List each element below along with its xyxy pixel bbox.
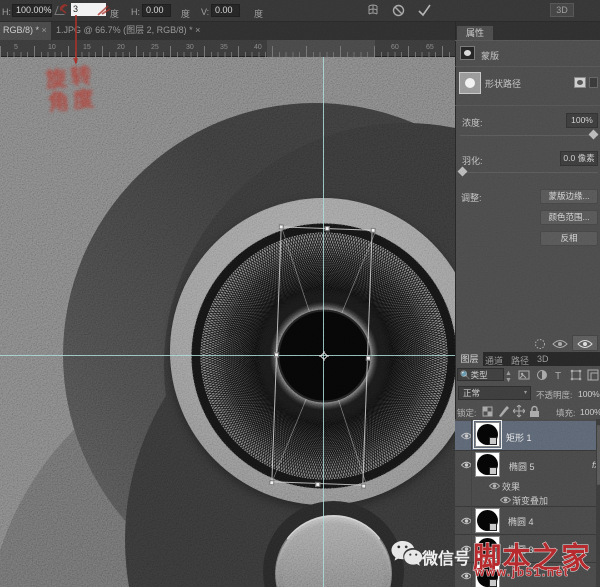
svg-text:T: T — [555, 371, 561, 381]
